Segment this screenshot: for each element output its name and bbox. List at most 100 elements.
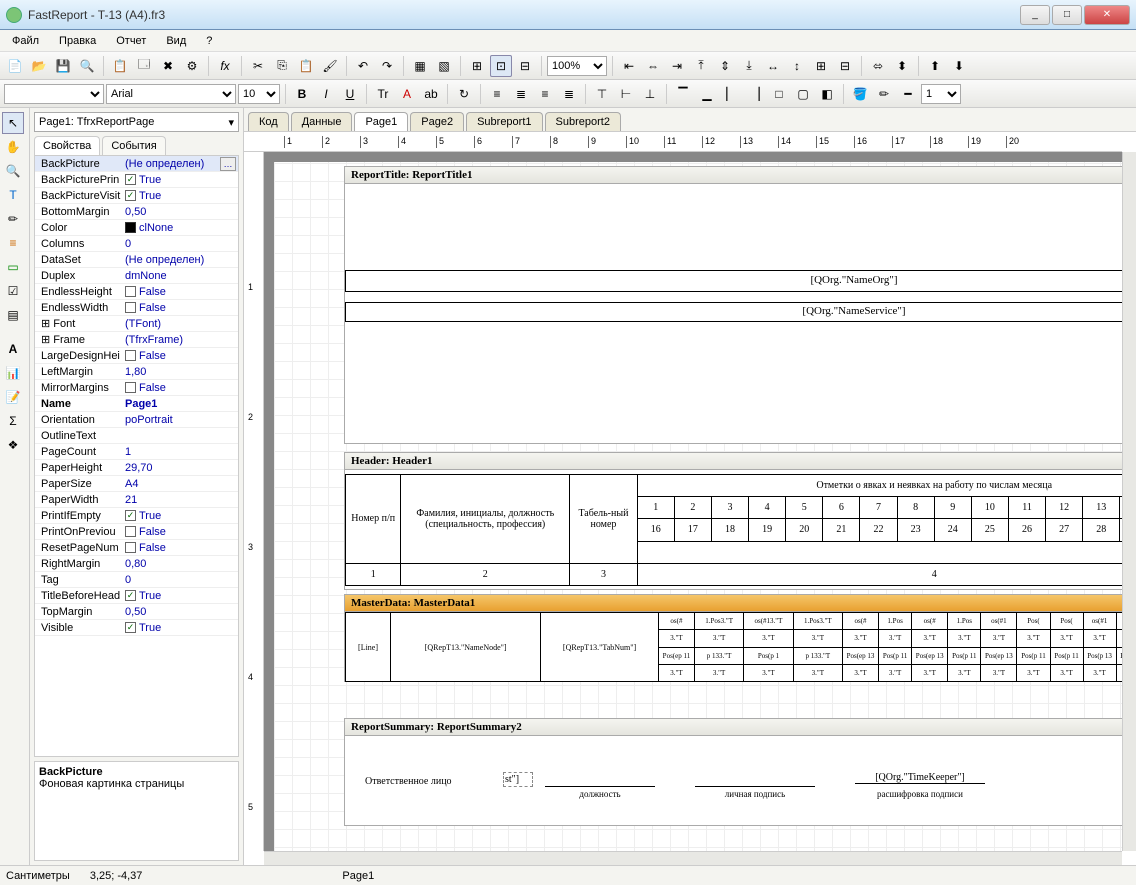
prop-row-outlinetext[interactable]: OutlineText: [35, 428, 238, 444]
zoom-tool[interactable]: 🔍: [2, 160, 24, 182]
align-center-text-button[interactable]: ≣: [510, 83, 532, 105]
menu-help[interactable]: ?: [200, 33, 218, 49]
frame-color-button[interactable]: ✏: [873, 83, 895, 105]
band-report-title-header[interactable]: ReportTitle: ReportTitle1: [344, 166, 1122, 184]
field-nameservice[interactable]: [QOrg."NameService"]: [345, 302, 1122, 322]
align-top-button[interactable]: ⤒: [690, 55, 712, 77]
other-tool[interactable]: ❖: [2, 434, 24, 456]
close-button[interactable]: ✕: [1084, 5, 1130, 25]
frame-width-combo[interactable]: 1: [921, 84, 961, 104]
new-button[interactable]: 📄: [4, 55, 26, 77]
frame-all-button[interactable]: □: [768, 83, 790, 105]
tab-code[interactable]: Код: [248, 112, 289, 131]
font-size-combo[interactable]: 10: [238, 84, 280, 104]
group-button[interactable]: ▦: [409, 55, 431, 77]
report-page[interactable]: ReportTitle: ReportTitle1 [QOrg."NameOrg…: [274, 162, 1122, 851]
prop-row-duplex[interactable]: DuplexdmNone: [35, 268, 238, 284]
bring-front-button[interactable]: ⬆: [924, 55, 946, 77]
center-h-button[interactable]: ⊞: [810, 55, 832, 77]
align-bottom-button[interactable]: ⤓: [738, 55, 760, 77]
frame-right-button[interactable]: ▕: [744, 83, 766, 105]
minimize-button[interactable]: _: [1020, 5, 1050, 25]
prop-row-paperwidth[interactable]: PaperWidth21: [35, 492, 238, 508]
frame-shadow-button[interactable]: ◧: [816, 83, 838, 105]
save-button[interactable]: 💾: [52, 55, 74, 77]
align-middle-button[interactable]: ⇕: [714, 55, 736, 77]
frame-style-button[interactable]: ━: [897, 83, 919, 105]
cut-button[interactable]: ✂: [247, 55, 269, 77]
prop-row-frame[interactable]: ⊞ Frame(TfrxFrame): [35, 332, 238, 348]
preview-button[interactable]: 🔍: [76, 55, 98, 77]
band-master-data-header[interactable]: MasterData: MasterData1 🗃 QRepT13: [344, 594, 1122, 612]
format-paint-button[interactable]: 🖌: [319, 55, 341, 77]
field-nameorg[interactable]: [QOrg."NameOrg"]: [345, 270, 1122, 292]
cross-tool[interactable]: Σ: [2, 410, 24, 432]
scrollbar-vertical[interactable]: [1122, 152, 1136, 851]
italic-button[interactable]: I: [315, 83, 337, 105]
object-selector[interactable]: Page1: TfrxReportPage ▾: [34, 112, 239, 132]
line-tool[interactable]: ▤: [2, 304, 24, 326]
new-dialog-button[interactable]: 🗔: [133, 55, 155, 77]
highlight-button[interactable]: ab: [420, 83, 442, 105]
open-button[interactable]: 📂: [28, 55, 50, 77]
prop-row-leftmargin[interactable]: LeftMargin1,80: [35, 364, 238, 380]
send-back-button[interactable]: ⬇: [948, 55, 970, 77]
prop-row-pagecount[interactable]: PageCount1: [35, 444, 238, 460]
frame-bottom-button[interactable]: ▁: [696, 83, 718, 105]
align-left-button[interactable]: ⇤: [618, 55, 640, 77]
tab-page1[interactable]: Page1: [354, 112, 408, 131]
underline-button[interactable]: U: [339, 83, 361, 105]
field-st[interactable]: st"]: [503, 772, 533, 787]
maximize-button[interactable]: □: [1052, 5, 1082, 25]
label-responsible[interactable]: Ответственное лицо: [365, 776, 452, 787]
paste-button[interactable]: 📋: [295, 55, 317, 77]
frame-none-button[interactable]: ▢: [792, 83, 814, 105]
select-tool[interactable]: ↖: [2, 112, 24, 134]
chart-tool[interactable]: 📊: [2, 362, 24, 384]
grid-align-button[interactable]: ⊡: [490, 55, 512, 77]
bold-button[interactable]: B: [291, 83, 313, 105]
text-rotate-button[interactable]: ↻: [453, 83, 475, 105]
align-justify-button[interactable]: ≣: [558, 83, 580, 105]
prop-row-endlesswidth[interactable]: EndlessWidthFalse: [35, 300, 238, 316]
valign-bottom-button[interactable]: ⊥: [639, 83, 661, 105]
format-tool[interactable]: ✏: [2, 208, 24, 230]
header-table[interactable]: Номер п/п Фамилия, инициалы, должность (…: [345, 474, 1122, 586]
prop-row-backpicturevisit[interactable]: BackPictureVisit✓True: [35, 188, 238, 204]
menu-file[interactable]: Файл: [6, 33, 45, 49]
tab-page2[interactable]: Page2: [410, 112, 464, 131]
center-v-button[interactable]: ⊟: [834, 55, 856, 77]
tab-properties[interactable]: Свойства: [34, 136, 100, 155]
frame-left-button[interactable]: ▏: [720, 83, 742, 105]
prop-row-bottommargin[interactable]: BottomMargin0,50: [35, 204, 238, 220]
fill-color-button[interactable]: 🪣: [849, 83, 871, 105]
prop-row-titlebeforehead[interactable]: TitleBeforeHead✓True: [35, 588, 238, 604]
prop-row-backpictureprin[interactable]: BackPicturePrin✓True: [35, 172, 238, 188]
fit-grid-button[interactable]: ⊟: [514, 55, 536, 77]
tab-data[interactable]: Данные: [291, 112, 353, 131]
design-canvas[interactable]: ReportTitle: ReportTitle1 [QOrg."NameOrg…: [264, 152, 1122, 851]
prop-row-columns[interactable]: Columns0: [35, 236, 238, 252]
tab-subreport2[interactable]: Subreport2: [545, 112, 621, 131]
font-settings-button[interactable]: Tr: [372, 83, 394, 105]
same-height-button[interactable]: ⬍: [891, 55, 913, 77]
menu-edit[interactable]: Правка: [53, 33, 102, 49]
same-width-button[interactable]: ⬄: [867, 55, 889, 77]
delete-page-button[interactable]: ✖: [157, 55, 179, 77]
new-page-button[interactable]: 📋: [109, 55, 131, 77]
menu-report[interactable]: Отчет: [110, 33, 152, 49]
valign-top-button[interactable]: ⊤: [591, 83, 613, 105]
prop-row-backpicture[interactable]: BackPicture(Не определен)…: [35, 156, 238, 172]
ungroup-button[interactable]: ▧: [433, 55, 455, 77]
property-grid[interactable]: BackPicture(Не определен)…BackPicturePri…: [34, 156, 239, 757]
hand-tool[interactable]: ✋: [2, 136, 24, 158]
prop-row-visible[interactable]: Visible✓True: [35, 620, 238, 636]
font-name-combo[interactable]: Arial: [106, 84, 236, 104]
align-center-h-button[interactable]: ⇔: [642, 55, 664, 77]
prop-row-endlessheight[interactable]: EndlessHeightFalse: [35, 284, 238, 300]
menu-view[interactable]: Вид: [160, 33, 192, 49]
band-tool[interactable]: ≡: [2, 232, 24, 254]
master-table[interactable]: [Line] [QRepT13."NameNode"] [QRepT13."Ta…: [345, 612, 1122, 682]
prop-row-rightmargin[interactable]: RightMargin0,80: [35, 556, 238, 572]
text-tool[interactable]: T: [2, 184, 24, 206]
